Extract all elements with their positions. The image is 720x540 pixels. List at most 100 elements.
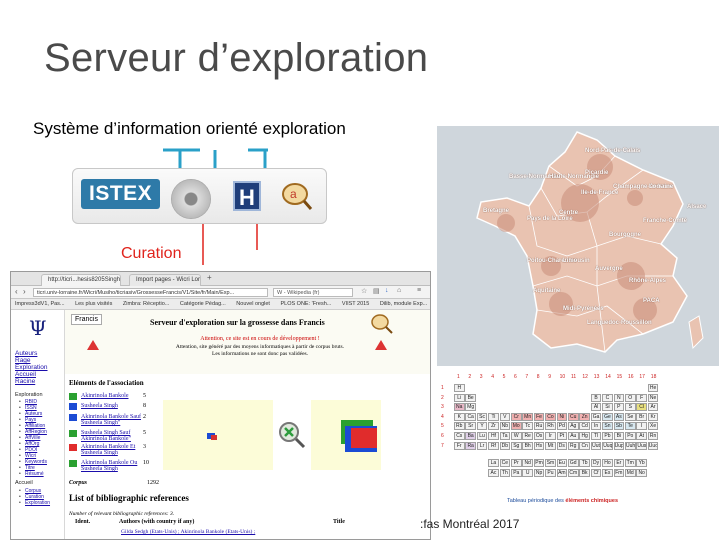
element-cell[interactable]: Xe [647,422,659,431]
element-cell[interactable]: Eu [556,459,568,468]
bookmark-item[interactable]: VIIST 2015 [342,301,369,307]
association-name[interactable]: Akinrinola Bankole Et Susheela Singh [81,444,147,456]
element-cell[interactable]: Md [625,468,636,477]
element-cell[interactable]: Ne [647,393,659,402]
element-cell[interactable]: Mo [511,422,522,431]
element-cell[interactable]: Ir [545,432,556,440]
element-cell[interactable]: Hs [533,441,545,450]
element-cell[interactable]: Ho [602,459,613,468]
element-cell[interactable]: Sc [476,412,488,421]
association-name[interactable]: Susheela Singh Sauf Akinrinola Bankole" [81,430,147,442]
element-cell[interactable]: Se [625,412,636,421]
element-cell[interactable]: Rn [647,432,659,440]
element-cell[interactable]: Pm [533,459,545,468]
element-cell[interactable]: Nd [522,459,533,468]
element-cell[interactable]: Db [499,441,511,450]
element-cell[interactable]: Sb [613,422,625,431]
element-cell[interactable]: He [647,384,659,392]
element-cell[interactable]: Gd [568,459,579,468]
element-cell[interactable]: H [454,384,465,392]
element-cell[interactable]: Rb [454,422,465,431]
element-cell[interactable]: Hg [579,432,590,440]
bookmark-item[interactable]: Zimbra: Réceptio... [123,301,169,307]
bookmark-item[interactable]: Les plus visités [75,301,112,307]
element-cell[interactable]: Sn [602,422,613,431]
element-cell[interactable]: Ds [556,441,568,450]
element-cell[interactable]: F [636,393,647,402]
element-cell[interactable]: Pb [602,432,613,440]
element-cell[interactable]: Fe [533,412,545,421]
element-cell[interactable]: Yb [636,459,647,468]
element-cell[interactable]: Pt [556,432,568,440]
element-cell[interactable]: C [602,393,613,402]
element-cell[interactable]: Hf [488,432,499,440]
element-cell[interactable]: Ar [647,403,659,412]
element-cell[interactable]: Pa [511,468,522,477]
tab-import[interactable]: Import pages - Wicri Lorr... [129,274,201,286]
element-cell[interactable]: W [511,432,522,440]
element-cell[interactable]: La [488,459,499,468]
element-cell[interactable]: Uus [636,441,647,450]
element-cell[interactable]: Mn [522,412,533,421]
element-cell[interactable]: Fr [454,441,465,450]
element-cell[interactable]: Uup [613,441,625,450]
element-cell[interactable]: S [625,403,636,412]
element-cell[interactable]: Al [590,403,602,412]
element-cell[interactable]: Tm [625,459,636,468]
element-cell[interactable]: Ni [556,412,568,421]
element-cell[interactable]: Te [625,422,636,431]
nav-link-rage[interactable]: Rage [15,357,31,364]
element-cell[interactable]: Cd [579,422,590,431]
nav-link-accueil[interactable]: Accueil [15,371,36,378]
element-cell[interactable]: K [454,412,465,421]
element-cell[interactable]: Bk [579,468,590,477]
association-name[interactable]: Akinrinola Bankole Ou Susheela Singh [81,460,147,472]
element-cell[interactable]: Dy [590,459,602,468]
element-cell[interactable]: As [613,412,625,421]
element-cell[interactable]: Uuq [602,441,613,450]
url-field[interactable]: ticri.univ-lorraine.fr/Wicri/Musiho/ticr… [33,288,268,297]
tab-active[interactable]: http://ticri...hesis8205Singh [41,274,121,286]
element-cell[interactable]: Au [568,432,579,440]
element-cell[interactable]: Bh [522,441,533,450]
element-cell[interactable]: Ge [602,412,613,421]
element-cell[interactable]: Cm [568,468,579,477]
element-cell[interactable]: Re [522,432,533,440]
back-icon[interactable]: ‹ [15,287,18,296]
bookmark-item[interactable]: PLOS ONE: 'Fresh... [280,301,331,307]
nav-link-racine[interactable]: Racine [15,378,35,385]
element-cell[interactable]: N [613,393,625,402]
element-cell[interactable]: Am [556,468,568,477]
element-cell[interactable]: Fm [613,468,625,477]
element-cell[interactable]: Nb [499,422,511,431]
element-cell[interactable]: Uut [590,441,602,450]
element-cell[interactable]: Ti [488,412,499,421]
association-name[interactable]: Akinrinola Bankole Sauf Susheela Singh" [81,414,147,426]
element-cell[interactable]: Y [476,422,488,431]
element-cell[interactable]: Si [602,403,613,412]
nav-sublink[interactable]: Exploration [19,500,50,506]
element-cell[interactable]: Br [636,412,647,421]
element-cell[interactable]: In [590,422,602,431]
element-cell[interactable]: U [522,468,533,477]
element-cell[interactable]: Er [613,459,625,468]
element-cell[interactable]: Lu [476,432,488,440]
element-cell[interactable]: Np [533,468,545,477]
element-cell[interactable]: At [636,432,647,440]
element-cell[interactable]: Co [545,412,556,421]
element-cell[interactable]: Ac [488,468,499,477]
element-cell[interactable]: Sg [511,441,522,450]
nav-link-auteurs[interactable]: Auteurs [15,350,37,357]
element-cell[interactable]: Ag [568,422,579,431]
search-field[interactable]: W - Wikipedia (fr) [273,288,353,297]
bookmark-item[interactable]: Dilib, module Exp... [380,301,427,307]
forward-icon[interactable]: › [23,287,26,296]
zoom-icon[interactable] [277,420,307,450]
bookmark-item[interactable]: Impress3dV1, Pas... [15,301,65,307]
element-cell[interactable]: Po [625,432,636,440]
element-cell[interactable]: Ba [465,432,476,440]
element-cell[interactable]: Na [454,403,465,412]
element-cell[interactable]: Lr [476,441,488,450]
element-cell[interactable]: Bi [613,432,625,440]
element-cell[interactable]: Pd [556,422,568,431]
